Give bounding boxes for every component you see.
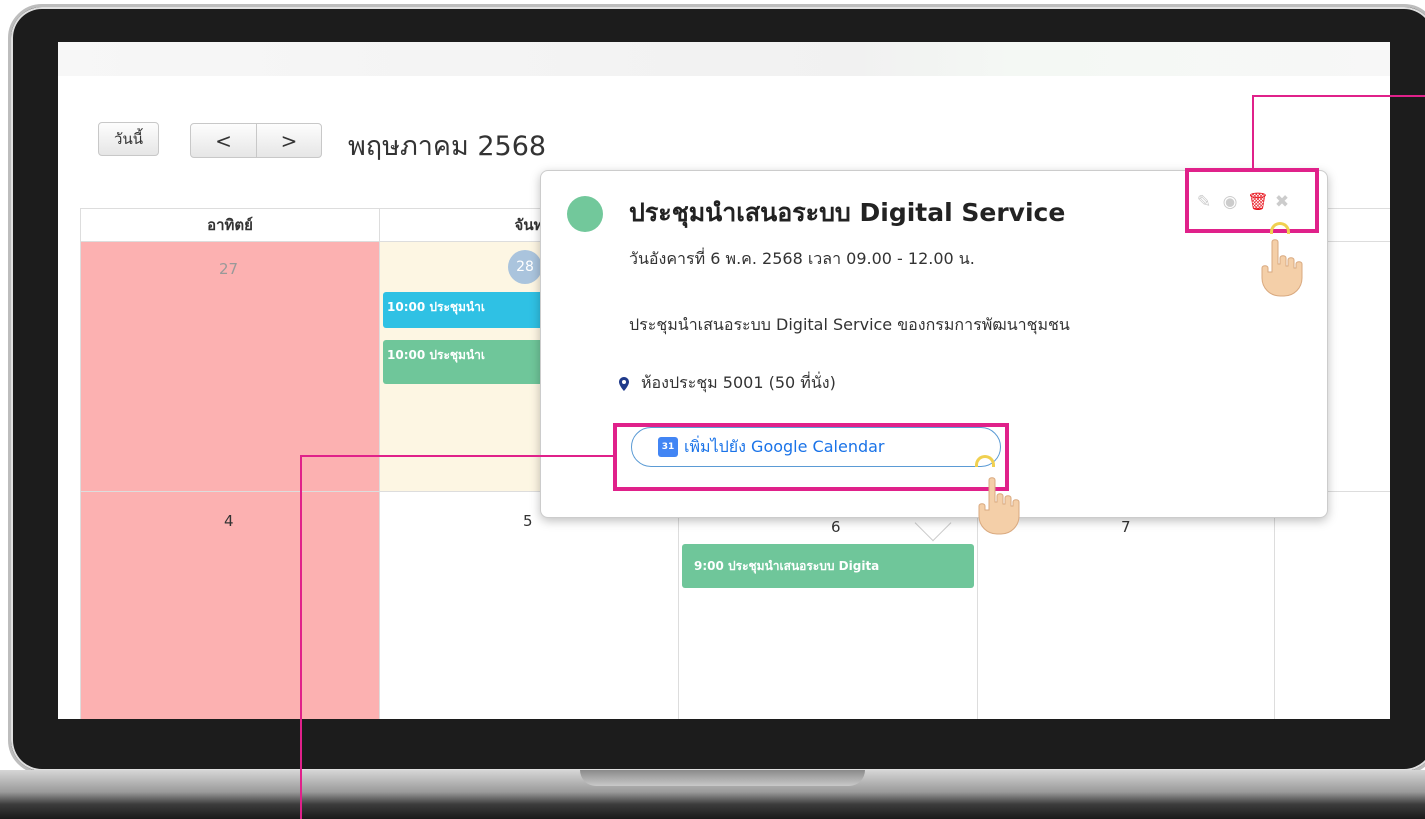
event-title: ประชุมนำเสนอระบบ Digital Service	[629, 198, 1066, 227]
event-description: ประชุมนำเสนอระบบ Digital Service ของกรมก…	[629, 315, 1070, 334]
month-title: พฤษภาคม 2568	[348, 131, 547, 162]
day-number: 27	[219, 260, 239, 278]
day-number: 5	[523, 512, 533, 530]
next-month-button[interactable]: >	[256, 123, 322, 158]
day-cell[interactable]	[1274, 491, 1390, 719]
weekday-header-sun: อาทิตย์	[80, 208, 380, 242]
screen-header-band	[58, 42, 1390, 76]
day-number: 4	[224, 512, 234, 530]
day-cell-4[interactable]: 4	[80, 491, 380, 719]
event-datetime: วันอังคารที่ 6 พ.ค. 2568 เวลา 09.00 - 12…	[629, 249, 975, 268]
callout-line	[1252, 95, 1425, 97]
callout-line	[300, 455, 302, 819]
today-button[interactable]: วันนี้	[98, 122, 159, 156]
pointer-hand-icon	[978, 477, 1020, 535]
day-number: 7	[1121, 518, 1131, 536]
laptop-notch	[580, 770, 865, 786]
event-location: ห้องประชุม 5001 (50 ที่นั่ง)	[619, 371, 836, 396]
callout-line	[1252, 95, 1254, 170]
event-color-dot	[567, 196, 603, 232]
tutorial-stage: วันนี้ < > พฤษภาคม 2568 อาทิตย์ จันท 27 …	[0, 0, 1425, 819]
day-number: 6	[831, 518, 841, 536]
day-cell-5[interactable]: 5	[379, 491, 679, 719]
event-chip[interactable]: 9:00 ประชุมนำเสนอระบบ Digita	[682, 544, 974, 588]
gcal-highlight-box	[613, 423, 1009, 491]
callout-line	[300, 455, 614, 457]
prev-month-button[interactable]: <	[190, 123, 257, 158]
location-label: ห้องประชุม 5001 (50 ที่นั่ง)	[641, 373, 836, 392]
location-pin-icon	[619, 376, 629, 391]
toolbar-highlight-box	[1185, 168, 1319, 233]
day-number-badge: 28	[508, 250, 542, 284]
pointer-hand-icon	[1261, 239, 1303, 297]
